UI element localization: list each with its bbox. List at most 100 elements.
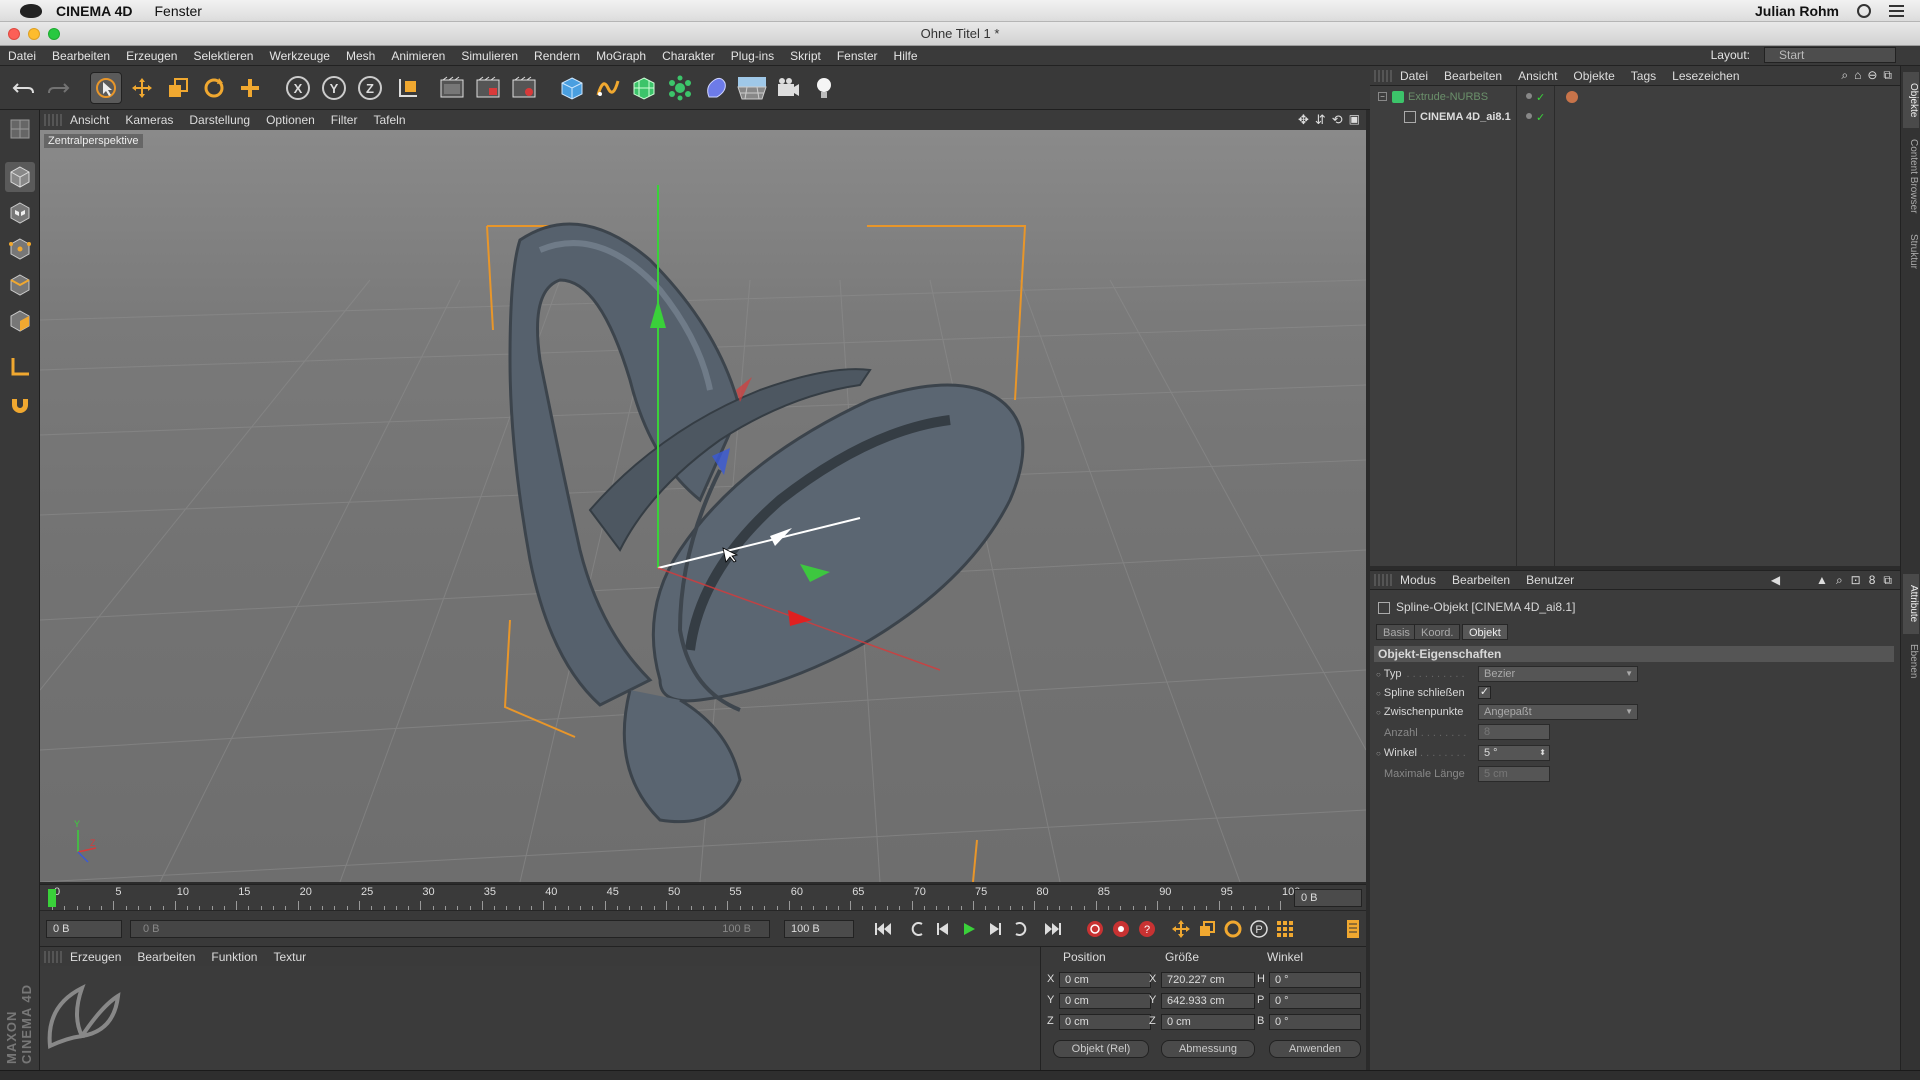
attribute-menu-benutzer[interactable]: Benutzer: [1518, 573, 1582, 587]
back-arrow-icon[interactable]: ◀: [1771, 573, 1780, 588]
end-frame-field[interactable]: 100 B: [784, 920, 854, 938]
object-name[interactable]: Extrude-NURBS: [1408, 88, 1488, 106]
apple-icon[interactable]: [20, 3, 42, 18]
menu-erzeugen[interactable]: Erzeugen: [118, 49, 185, 63]
anim-dot-icon[interactable]: ○: [1376, 749, 1381, 758]
pos-z-field[interactable]: 0 cm: [1059, 1014, 1151, 1030]
snapping-icon[interactable]: [5, 388, 35, 418]
extrude-nurbs-shape[interactable]: [508, 222, 1025, 824]
attribute-panel-grip-icon[interactable]: [1374, 574, 1392, 586]
viewport-menu-filter[interactable]: Filter: [323, 113, 366, 127]
select-live-icon[interactable]: [90, 72, 122, 104]
prev-frame-icon[interactable]: [932, 919, 954, 939]
side-tab-content-browser[interactable]: Content Browser: [1903, 130, 1919, 222]
anim-dot-icon[interactable]: ○: [1376, 708, 1381, 717]
object-name[interactable]: CINEMA 4D_ai8.1: [1420, 108, 1511, 126]
viewport-zoom-icon[interactable]: ⇵: [1315, 112, 1326, 128]
object-home-icon[interactable]: ⌂: [1854, 68, 1861, 83]
menu-rendern[interactable]: Rendern: [526, 49, 588, 63]
menu-werkzeuge[interactable]: Werkzeuge: [261, 49, 337, 63]
menu-skript[interactable]: Skript: [782, 49, 829, 63]
notification-center-icon[interactable]: [1889, 4, 1904, 17]
floor-icon[interactable]: [736, 72, 768, 104]
object-menu-tags[interactable]: Tags: [1623, 69, 1664, 83]
autokey-icon[interactable]: [1110, 919, 1132, 939]
camera-icon[interactable]: [772, 72, 804, 104]
go-to-end-icon[interactable]: [1042, 919, 1064, 939]
coordinate-system-icon[interactable]: [392, 72, 424, 104]
axis-mode-icon[interactable]: [5, 352, 35, 382]
move-icon[interactable]: [126, 72, 158, 104]
make-editable-icon[interactable]: [5, 114, 35, 144]
play-icon[interactable]: [958, 919, 980, 939]
object-menu-objekte[interactable]: Objekte: [1565, 69, 1622, 83]
material-menu-bearbeiten[interactable]: Bearbeiten: [129, 950, 203, 964]
close-window-icon[interactable]: [8, 28, 20, 40]
z-axis-lock-icon[interactable]: Z: [354, 72, 386, 104]
array-icon[interactable]: [664, 72, 696, 104]
scale-icon[interactable]: [162, 72, 194, 104]
enabled-check-icon[interactable]: ✓: [1536, 109, 1545, 127]
spotlight-search-icon[interactable]: [1857, 3, 1871, 18]
pos-y-field[interactable]: 0 cm: [1059, 993, 1151, 1009]
angle-h-field[interactable]: 0 °: [1269, 972, 1361, 988]
object-link-icon[interactable]: ⊖: [1867, 68, 1877, 83]
coord-mode-dropdown[interactable]: Objekt (Rel): [1053, 1040, 1149, 1058]
menu-datei[interactable]: Datei: [0, 49, 44, 63]
object-panel-grip-icon[interactable]: [1374, 69, 1392, 82]
menu-animieren[interactable]: Animieren: [383, 49, 453, 63]
side-tab-objekte[interactable]: Objekte: [1903, 72, 1919, 128]
menu-hilfe[interactable]: Hilfe: [886, 49, 926, 63]
zoom-window-icon[interactable]: [48, 28, 60, 40]
preview-range-slider[interactable]: 0 B 100 B: [130, 920, 770, 938]
material-menu-textur[interactable]: Textur: [265, 950, 314, 964]
mac-user-name[interactable]: Julian Rohm: [1755, 3, 1839, 19]
attribute-menu-bearbeiten[interactable]: Bearbeiten: [1444, 573, 1518, 587]
record-active-icon[interactable]: [1084, 919, 1106, 939]
render-settings-icon[interactable]: [508, 72, 540, 104]
start-frame-field[interactable]: 0 B: [46, 920, 122, 938]
undo-icon[interactable]: [8, 72, 40, 104]
timeline-layout-icon[interactable]: [1342, 919, 1364, 939]
render-picture-viewer-icon[interactable]: [472, 72, 504, 104]
pos-x-field[interactable]: 0 cm: [1059, 972, 1151, 988]
visibility-dot-icon[interactable]: [1526, 93, 1532, 99]
tag-icon[interactable]: [1566, 91, 1578, 103]
current-frame-field[interactable]: 0 B: [1294, 889, 1362, 907]
angle-b-field[interactable]: 0 °: [1269, 1014, 1361, 1030]
viewport-move-icon[interactable]: ✥: [1298, 112, 1309, 128]
close-spline-checkbox[interactable]: ✓: [1478, 686, 1491, 699]
menu-plugins[interactable]: Plug-ins: [723, 49, 782, 63]
material-menu-funktion[interactable]: Funktion: [203, 950, 265, 964]
viewport-rotate-icon[interactable]: ⟲: [1332, 112, 1343, 128]
object-menu-bearbeiten[interactable]: Bearbeiten: [1436, 69, 1510, 83]
object-menu-lesezeichen[interactable]: Lesezeichen: [1664, 69, 1747, 83]
cube-icon[interactable]: [556, 72, 588, 104]
size-x-field[interactable]: 720.227 cm: [1161, 972, 1255, 988]
apply-button[interactable]: Anwenden: [1269, 1040, 1361, 1058]
timeline-ruler[interactable]: 0 5 10 15 20 25 30 35 40 45 50 55 60 65 70 75 80 85 90 95 10…: [40, 884, 1366, 911]
angle-p-field[interactable]: 0 °: [1269, 993, 1361, 1009]
side-tab-attribute[interactable]: Attribute: [1903, 574, 1919, 634]
tab-koord[interactable]: Koord.: [1414, 624, 1461, 640]
model-mode-icon[interactable]: [5, 162, 35, 192]
key-rotation-icon[interactable]: [1222, 919, 1244, 939]
size-mode-dropdown[interactable]: Abmessung: [1161, 1040, 1255, 1058]
viewport-menu-optionen[interactable]: Optionen: [258, 113, 323, 127]
y-axis-lock-icon[interactable]: Y: [318, 72, 350, 104]
spline-pen-icon[interactable]: [592, 72, 624, 104]
deformer-icon[interactable]: [700, 72, 732, 104]
visibility-dot-icon[interactable]: [1526, 113, 1532, 119]
tab-objekt[interactable]: Objekt: [1462, 624, 1508, 640]
key-pla-icon[interactable]: [1274, 919, 1296, 939]
enabled-check-icon[interactable]: ✓: [1536, 89, 1545, 107]
go-to-start-icon[interactable]: [872, 919, 894, 939]
material-manager-area[interactable]: [40, 966, 1040, 1070]
next-keyframe-icon[interactable]: [1010, 919, 1032, 939]
anim-dot-icon[interactable]: ○: [1376, 670, 1381, 679]
timeline-playhead[interactable]: [48, 889, 56, 907]
menu-charakter[interactable]: Charakter: [654, 49, 723, 63]
tab-basis[interactable]: Basis: [1376, 624, 1417, 640]
material-panel-grip-icon[interactable]: [44, 950, 62, 963]
object-search-icon[interactable]: ⌕: [1841, 68, 1848, 83]
